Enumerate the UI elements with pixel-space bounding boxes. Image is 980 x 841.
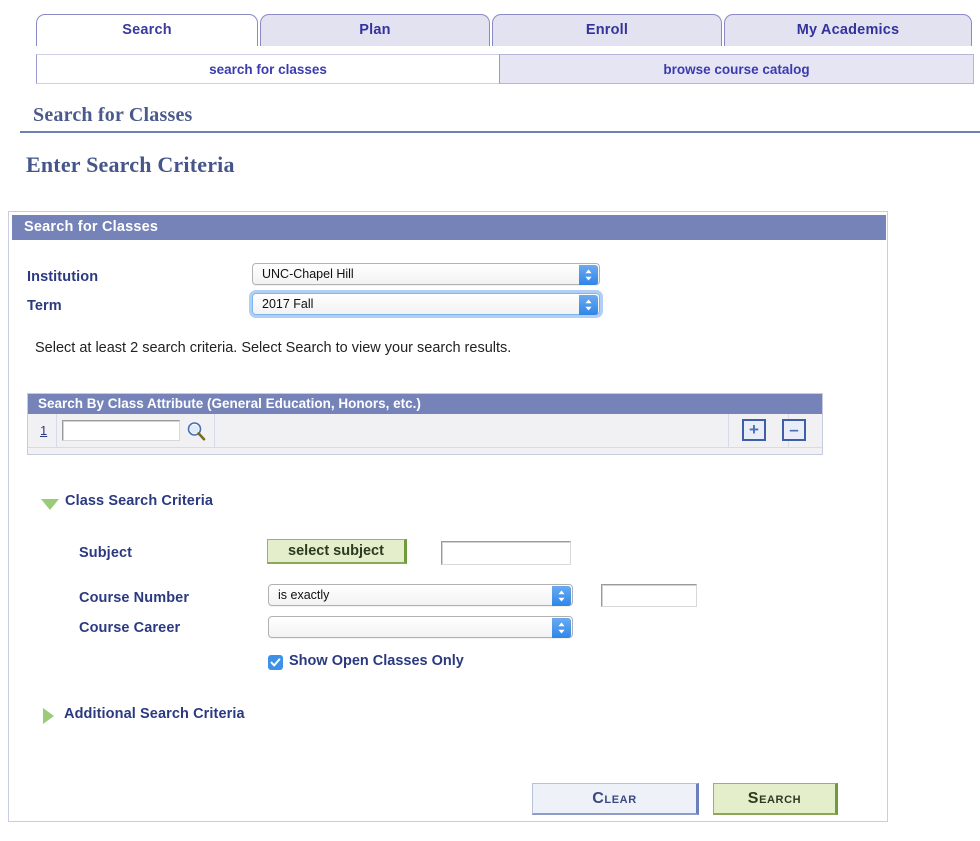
subtab-browse-course-catalog[interactable]: browse course catalog <box>499 54 974 84</box>
term-label: Term <box>27 298 62 314</box>
course-career-select[interactable] <box>268 616 573 638</box>
additional-search-criteria-title[interactable]: Additional Search Criteria <box>64 706 245 722</box>
section-title: Enter Search Criteria <box>26 152 235 177</box>
subtab-search-for-classes[interactable]: search for classes <box>36 54 499 84</box>
cell-divider <box>214 414 215 448</box>
institution-select[interactable]: UNC-Chapel Hill <box>252 263 600 285</box>
sub-tab-bar: search for classes browse course catalog <box>36 54 974 84</box>
panel-header: Search for Classes <box>12 215 886 240</box>
term-select-value: 2017 Fall <box>262 297 314 311</box>
class-attribute-input[interactable] <box>62 420 180 441</box>
clear-button[interactable]: Clear <box>532 783 699 815</box>
select-subject-button[interactable]: select subject <box>267 539 407 564</box>
add-row-label: + <box>749 420 759 439</box>
course-career-value <box>278 617 546 639</box>
cell-divider <box>56 414 57 448</box>
page-title: Search for Classes <box>33 104 193 126</box>
add-row-button[interactable]: + <box>742 419 766 441</box>
subject-label: Subject <box>79 545 133 561</box>
search-criteria-hint: Select at least 2 search criteria. Selec… <box>35 340 512 356</box>
clear-button-label: Clear <box>592 790 637 807</box>
institution-select-value: UNC-Chapel Hill <box>262 267 354 281</box>
tab-my-academics[interactable]: My Academics <box>724 14 972 46</box>
additional-search-criteria-disclosure-icon[interactable] <box>43 708 54 724</box>
main-tab-bar: Search Plan Enroll My Academics <box>36 10 974 46</box>
show-open-classes-label[interactable]: Show Open Classes Only <box>289 653 464 669</box>
institution-label: Institution <box>27 269 99 285</box>
search-for-classes-panel: Search for Classes Institution UNC-Chape… <box>8 211 888 822</box>
magnifier-icon[interactable] <box>186 421 206 446</box>
search-button-label: Search <box>747 790 802 807</box>
subject-input[interactable] <box>441 541 571 565</box>
class-search-criteria-disclosure-icon[interactable] <box>41 499 59 510</box>
title-divider <box>20 131 980 133</box>
remove-row-label: – <box>789 420 799 439</box>
institution-stepper-icon[interactable] <box>579 265 598 285</box>
course-career-label: Course Career <box>79 620 181 636</box>
course-career-stepper-icon[interactable] <box>552 618 571 638</box>
tab-plan[interactable]: Plan <box>260 14 490 46</box>
remove-row-button[interactable]: – <box>782 419 806 441</box>
row-number[interactable]: 1 <box>40 423 47 438</box>
course-number-operator-select[interactable]: is exactly <box>268 584 573 606</box>
course-number-operator-value: is exactly <box>278 588 330 602</box>
course-number-stepper-icon[interactable] <box>552 586 571 606</box>
search-button[interactable]: Search <box>713 783 838 815</box>
tab-search[interactable]: Search <box>36 14 258 46</box>
term-select[interactable]: 2017 Fall <box>252 293 600 315</box>
cell-divider <box>728 414 729 448</box>
table-row: 1 <box>28 414 822 448</box>
class-attribute-grid: Search By Class Attribute (General Educa… <box>27 393 823 455</box>
course-number-label: Course Number <box>79 590 190 606</box>
class-search-criteria-title[interactable]: Class Search Criteria <box>65 493 213 509</box>
show-open-classes-checkbox[interactable] <box>268 655 283 670</box>
tab-enroll[interactable]: Enroll <box>492 14 722 46</box>
course-number-input[interactable] <box>601 584 697 607</box>
term-stepper-icon[interactable] <box>579 295 598 315</box>
select-subject-label: select subject <box>288 543 384 559</box>
class-attribute-header: Search By Class Attribute (General Educa… <box>28 394 822 414</box>
